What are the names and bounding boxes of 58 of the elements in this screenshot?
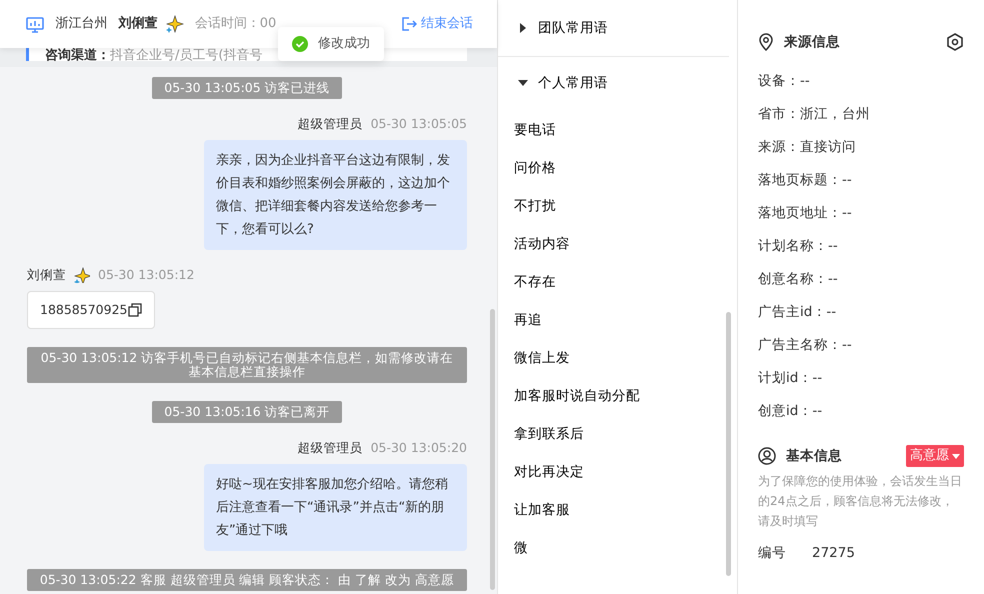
location-text: 浙江台州 <box>55 15 108 34</box>
notice-text: 为了保障您的使用体验，会话发生当日的24点之后，顾客信息将无法修改，请及时填写 <box>758 472 963 530</box>
message-time: 05-30 13:05:20 <box>370 439 467 458</box>
info-field: 广告主名称：-- <box>758 329 964 362</box>
field-value: 27275 <box>812 544 855 563</box>
message-bubble: 亲亲，因为企业抖音平台这边有限制，发价目表和婚纱照案例会屏蔽的，这边加个微信、把详细套餐内容发送给您参考一下，您看可以么? <box>204 140 467 250</box>
phrase-item[interactable]: 加客服时说自动分配 <box>498 377 656 415</box>
message-time: 05-30 13:05:05 <box>370 115 467 133</box>
sender-name: 超级管理员 <box>298 115 363 133</box>
field-label: 编号 <box>758 544 786 563</box>
exit-icon <box>401 16 417 32</box>
caret-down-icon <box>518 78 528 88</box>
info-field: 来源：直接访问 <box>758 131 964 164</box>
visitor-name: 刘俐萱 <box>118 14 158 34</box>
info-field: 设备：-- <box>758 65 964 98</box>
sender-name: 超级管理员 <box>298 439 363 458</box>
info-field: 广告主id：-- <box>758 296 964 330</box>
phrase-item[interactable]: 再追 <box>498 301 558 339</box>
phrase-item[interactable]: 不打扰 <box>498 187 572 225</box>
check-icon <box>292 36 308 52</box>
sender-name: 刘俐萱 <box>27 266 66 284</box>
info-field: 落地页标题：-- <box>758 164 964 198</box>
settings-icon[interactable] <box>946 33 964 52</box>
caret-right-icon <box>518 23 528 33</box>
phrase-item[interactable]: 不存在 <box>498 263 572 301</box>
phrase-item[interactable]: 要电话 <box>498 111 572 149</box>
message-bubble: 好哒~现在安排客服加您介绍哈。请您稍后注意查看一下“通讯录”并点击“新的朋友”通过下哦 <box>204 464 467 551</box>
phrase-item[interactable]: 拿到联系后 <box>498 415 600 453</box>
section-title: 来源信息 <box>784 33 840 52</box>
info-field: 创意id：-- <box>758 395 964 428</box>
system-message: 05-30 13:05:22 客服 超级管理员 编辑 顾客状态： 由 了解 改为 高意愿 <box>27 569 467 591</box>
system-message: 05-30 13:05:12 访客手机号已自动标记右侧基本信息栏，如需修改请在基本信息栏直接操作 <box>27 347 467 384</box>
copy-icon <box>128 302 142 317</box>
sparkle-icon <box>74 267 90 284</box>
system-message: 05-30 13:05:05 访客已进线 <box>152 77 342 99</box>
status-dropdown[interactable]: 高意愿 <box>906 445 964 467</box>
phrase-item[interactable]: 微 <box>498 529 544 567</box>
monitor-icon <box>26 16 44 32</box>
system-message: 05-30 13:05:16 访客已离开 <box>152 401 342 424</box>
phrase-item[interactable]: 对比再决定 <box>498 453 600 491</box>
info-field: 计划id：-- <box>758 362 964 396</box>
info-field: 计划名称：-- <box>758 230 964 264</box>
phone-message: 18858570925 <box>27 290 156 330</box>
location-pin-icon <box>758 33 774 52</box>
section-title: 基本信息 <box>786 446 842 466</box>
session-time: 会话时间：00 <box>194 15 276 34</box>
phrase-item[interactable]: 活动内容 <box>498 225 586 263</box>
info-field: 创意名称：-- <box>758 263 964 296</box>
phrase-item[interactable]: 微信上发 <box>498 339 586 377</box>
info-field: 落地页地址：-- <box>758 197 964 230</box>
success-toast: 修改成功 <box>278 27 384 60</box>
caret-down-icon <box>952 454 960 458</box>
info-field: 省市：浙江，台州 <box>758 98 964 132</box>
phrase-item[interactable]: 让加客服 <box>498 491 586 529</box>
message-time: 05-30 13:05:12 <box>98 266 194 284</box>
user-icon <box>758 447 776 465</box>
phrase-item[interactable]: 问价格 <box>498 149 572 187</box>
sparkle-icon <box>166 15 184 33</box>
